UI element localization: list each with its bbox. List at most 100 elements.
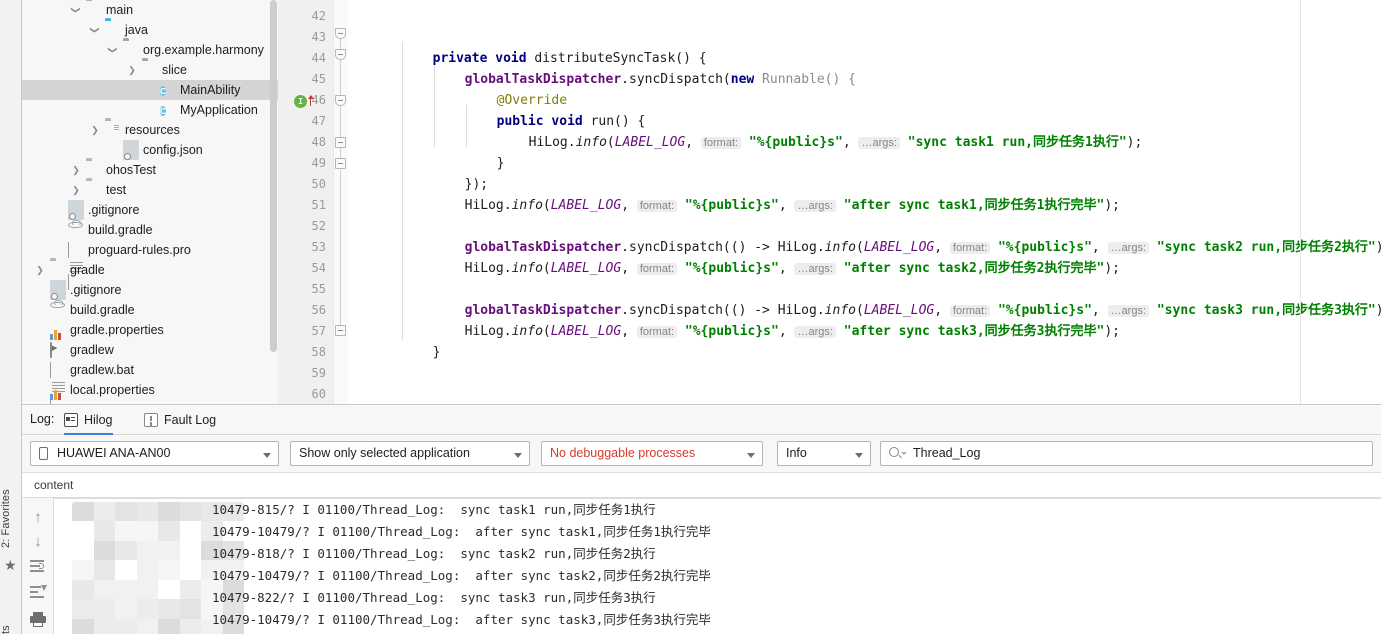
line-number-50: 50 xyxy=(311,177,326,191)
log-tool-window: Log: Hilog Fault Log HUAWEI ANA-AN00 Sho… xyxy=(22,404,1381,634)
fold-marker[interactable] xyxy=(335,137,346,148)
log-output-area[interactable]: ↑ ↓ 10479-815/? I 01100/Thread_Log: sync… xyxy=(22,498,1381,634)
tree-vertical-scrollbar[interactable] xyxy=(270,0,277,352)
scope-selector[interactable]: Show only selected application xyxy=(290,441,530,466)
keyword-new: new xyxy=(730,72,755,87)
tab-hilog-label: Hilog xyxy=(84,413,113,427)
line-number-48: 48 xyxy=(311,135,326,149)
fold-marker[interactable] xyxy=(335,158,346,169)
code-line-55: globalTaskDispatcher.syncDispatch(() -> … xyxy=(402,279,1381,318)
redaction-block xyxy=(115,618,138,634)
line-number-51: 51 xyxy=(311,198,326,212)
arg-string-task1: "sync task1 run,同步任务1执行" xyxy=(907,135,1127,150)
chevron-right-icon[interactable]: ❯ xyxy=(34,260,46,280)
tree-item-icon xyxy=(86,0,102,20)
code-line-52: globalTaskDispatcher.syncDispatch(() -> … xyxy=(402,216,1381,255)
tree-item-slice[interactable]: ❯ slice xyxy=(22,60,278,80)
sidebar-tab-favorites[interactable]: 2: Favorites xyxy=(0,448,22,548)
tree-item-build-gradle[interactable]: build.gradle xyxy=(22,300,278,320)
tree-item-myapplication[interactable]: C MyApplication xyxy=(22,100,278,120)
line-number-60: 60 xyxy=(311,387,326,401)
code-line-48: } xyxy=(434,132,505,171)
tree-item-local-properties[interactable]: local.properties xyxy=(22,380,278,400)
comma-56: , xyxy=(621,324,637,339)
close-method-57: } xyxy=(432,345,441,360)
tree-item-proguard-rules-pro[interactable]: proguard-rules.pro xyxy=(22,240,278,290)
hilog-info-method-56: info xyxy=(511,324,543,339)
tree-item-label: ohosTest xyxy=(106,163,157,177)
chevron-right-icon[interactable]: ❯ xyxy=(126,60,138,80)
arg-string-task2: "sync task2 run,同步任务2执行" xyxy=(1156,240,1376,255)
redaction-block xyxy=(136,579,159,601)
search-icon[interactable] xyxy=(889,447,907,457)
device-selector[interactable]: HUAWEI ANA-AN00 xyxy=(30,441,279,466)
tree-item-resources[interactable]: ❯ resources xyxy=(22,120,278,140)
fold-marker[interactable] xyxy=(335,49,346,60)
soft-wrap-icon[interactable] xyxy=(30,558,46,574)
format-string-56: "%{public}s" xyxy=(684,324,779,339)
stmt-end-52: )); xyxy=(1376,240,1381,255)
fold-column[interactable] xyxy=(334,0,348,404)
redaction-block xyxy=(93,502,116,523)
scroll-up-icon[interactable]: ↑ xyxy=(30,510,46,526)
fold-marker[interactable] xyxy=(335,95,346,106)
sidebar-tab-partial[interactable]: ts xyxy=(0,600,22,634)
tab-hilog[interactable]: Hilog xyxy=(64,405,113,435)
process-selector[interactable]: No debuggable processes xyxy=(541,441,763,466)
log-line: 10479-818/? I 01100/Thread_Log: sync tas… xyxy=(212,546,656,561)
run-gutter-icon[interactable]: I xyxy=(294,95,307,108)
tree-item-gradlew-bat[interactable]: gradlew.bat xyxy=(22,360,278,404)
hilog-info-method-50: info xyxy=(511,198,543,213)
chevron-right-icon[interactable]: ❯ xyxy=(70,180,82,200)
tree-item-java[interactable]: ❯ java xyxy=(22,20,278,40)
tab-fault-log[interactable]: Fault Log xyxy=(144,405,216,435)
log-search-field[interactable]: Thread_Log xyxy=(880,441,1373,466)
code-line-50: HiLog.info(LABEL_LOG, format: "%{public}… xyxy=(402,174,1120,213)
scroll-to-end-icon[interactable] xyxy=(30,584,47,600)
tree-item-gradle-properties[interactable]: gradle.properties xyxy=(22,320,278,340)
tree-item-icon xyxy=(123,140,139,160)
tree-item-main[interactable]: ❯ main xyxy=(22,0,278,20)
project-tree[interactable]: ❯ main ❯ java ❯ org.example.harmony ❯ slice C Mai… xyxy=(22,0,278,404)
hilog-info-method: info xyxy=(575,135,607,150)
log-column-header-row: content xyxy=(22,473,1381,498)
tree-item-label: local.properties xyxy=(70,383,155,397)
code-content[interactable]: private void distributeSyncTask() { glob… xyxy=(348,0,1381,404)
tree-item--gitignore[interactable]: .gitignore xyxy=(22,280,278,300)
redaction-block xyxy=(72,599,95,620)
chevron-down-icon[interactable]: ❯ xyxy=(103,44,123,56)
sync-dispatch-call: .syncDispatch( xyxy=(621,72,731,87)
tree-item-label: MainAbility xyxy=(180,83,241,97)
redaction-block xyxy=(179,618,202,634)
code-editor[interactable]: 42 43 44 45 46 47 48 49 50 51 52 53 54 55 56 57 58 59 60 I… xyxy=(278,0,1381,404)
tree-item--gitignore[interactable]: .gitignore xyxy=(22,200,278,220)
stmt-end-56: ); xyxy=(1104,324,1120,339)
tree-item-org-example-harmony[interactable]: ❯ org.example.harmony xyxy=(22,40,278,60)
tree-item-mainability[interactable]: C MainAbility xyxy=(22,80,278,100)
tree-item-ohostest[interactable]: ❯ ohosTest xyxy=(22,160,278,180)
tree-item-gradlew[interactable]: gradlew xyxy=(22,340,278,360)
param-hint-format-53: format: xyxy=(636,263,678,275)
log-filter-bar: HUAWEI ANA-AN00 Show only selected appli… xyxy=(22,435,1381,473)
chevron-down-icon[interactable]: ❯ xyxy=(66,4,86,16)
fold-marker[interactable] xyxy=(335,325,346,336)
print-icon[interactable] xyxy=(30,612,46,628)
tree-item-gradle[interactable]: ❯ gradle xyxy=(22,260,278,280)
redaction-block xyxy=(72,560,95,581)
code-line-47: HiLog.info(LABEL_LOG, format: "%{public}… xyxy=(466,111,1143,150)
chevron-right-icon[interactable]: ❯ xyxy=(70,160,82,180)
tree-item-label: gradle xyxy=(70,263,105,277)
redaction-block xyxy=(136,618,159,634)
tree-item-build-gradle[interactable]: build.gradle xyxy=(22,220,278,240)
editor-gutter[interactable]: 42 43 44 45 46 47 48 49 50 51 52 53 54 55 56 57 58 59 60 I xyxy=(278,0,334,404)
chevron-down-icon[interactable]: ❯ xyxy=(85,24,105,36)
fold-marker[interactable] xyxy=(335,28,346,39)
tree-item-config-json[interactable]: config.json xyxy=(22,140,278,160)
chevron-right-icon[interactable]: ❯ xyxy=(89,120,101,140)
redaction-block xyxy=(115,540,138,562)
tree-item-icon xyxy=(142,60,158,80)
right-margin-guide xyxy=(1300,0,1301,404)
scroll-down-icon[interactable]: ↓ xyxy=(30,534,46,550)
level-selector[interactable]: Info xyxy=(777,441,871,466)
tree-item-test[interactable]: ❯ test xyxy=(22,180,278,200)
